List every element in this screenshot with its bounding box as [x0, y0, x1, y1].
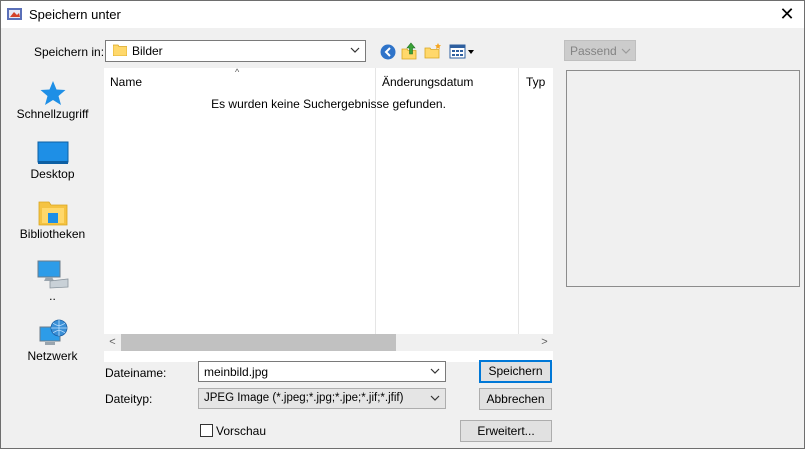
view-menu-icon[interactable] [449, 43, 475, 61]
empty-results-message: Es wurden keine Suchergebnisse gefunden. [211, 97, 446, 111]
column-header-modified[interactable]: Änderungsdatum [382, 75, 473, 89]
place-this-pc[interactable]: .. [4, 259, 101, 303]
back-icon[interactable] [379, 43, 397, 61]
chevron-down-icon [430, 395, 440, 401]
scrollbar-thumb[interactable] [121, 334, 396, 351]
this-pc-icon [37, 260, 68, 289]
column-header-type[interactable]: Typ [526, 75, 545, 89]
save-as-dialog: Speichern unter ✕ Speichern in: Bilder S [0, 0, 805, 449]
close-button[interactable]: ✕ [770, 1, 804, 28]
sort-ascending-icon: ^ [235, 67, 240, 77]
fit-mode-select: Passend [564, 40, 636, 61]
place-label: .. [49, 289, 56, 303]
up-folder-icon[interactable] [401, 42, 419, 60]
save-in-value: Bilder [132, 44, 163, 58]
place-label: Netzwerk [27, 349, 78, 363]
column-header-name[interactable]: Name [110, 75, 142, 89]
filetype-label: Dateityp: [105, 392, 153, 406]
advanced-button[interactable]: Erweitert... [460, 420, 552, 442]
chevron-down-icon[interactable] [429, 364, 441, 378]
filename-value: meinbild.jpg [204, 365, 269, 379]
desktop-icon [37, 141, 68, 164]
chevron-down-icon [621, 48, 631, 54]
save-in-dropdown[interactable]: Bilder [105, 40, 366, 62]
preview-checkbox[interactable] [200, 424, 213, 437]
file-list[interactable]: Name ^ Änderungsdatum Typ Es wurden kein… [104, 67, 553, 362]
preview-checkbox-label[interactable]: Vorschau [216, 424, 266, 438]
cancel-button[interactable]: Abbrechen [479, 388, 552, 410]
place-libraries[interactable]: Bibliotheken [4, 199, 101, 241]
network-icon [39, 319, 67, 345]
fit-mode-value: Passend [570, 44, 617, 58]
place-label: Desktop [30, 167, 75, 181]
chevron-down-icon [350, 47, 360, 53]
new-folder-icon[interactable] [424, 42, 442, 60]
place-label: Bibliotheken [19, 227, 86, 241]
app-icon [7, 8, 22, 20]
place-quick-access[interactable]: Schnellzugriff [4, 79, 101, 121]
save-button[interactable]: Speichern [479, 360, 552, 383]
folder-icon [113, 44, 127, 56]
filename-input[interactable]: meinbild.jpg [198, 361, 446, 382]
scroll-left-icon[interactable]: < [104, 334, 121, 351]
place-desktop[interactable]: Desktop [4, 139, 101, 181]
place-label: Schnellzugriff [16, 107, 89, 121]
filetype-dropdown[interactable]: JPEG Image (*.jpeg;*.jpg;*.jpe;*.jif;*.j… [198, 388, 446, 409]
places-bar: Schnellzugriff Desktop Bibliotheken .. N… [4, 67, 101, 379]
scroll-right-icon[interactable]: > [536, 334, 553, 351]
horizontal-scrollbar[interactable]: < > [104, 334, 553, 351]
quick-access-star-icon [40, 81, 65, 105]
preview-pane [566, 70, 800, 287]
window-title: Speichern unter [29, 7, 121, 22]
place-network[interactable]: Netzwerk [4, 319, 101, 363]
filetype-value: JPEG Image (*.jpeg;*.jpg;*.jpe;*.jif;*.j… [204, 392, 404, 404]
save-in-label: Speichern in: [34, 45, 105, 59]
filename-label: Dateiname: [105, 366, 167, 380]
libraries-icon [38, 201, 67, 226]
title-bar[interactable]: Speichern unter ✕ [1, 1, 804, 28]
